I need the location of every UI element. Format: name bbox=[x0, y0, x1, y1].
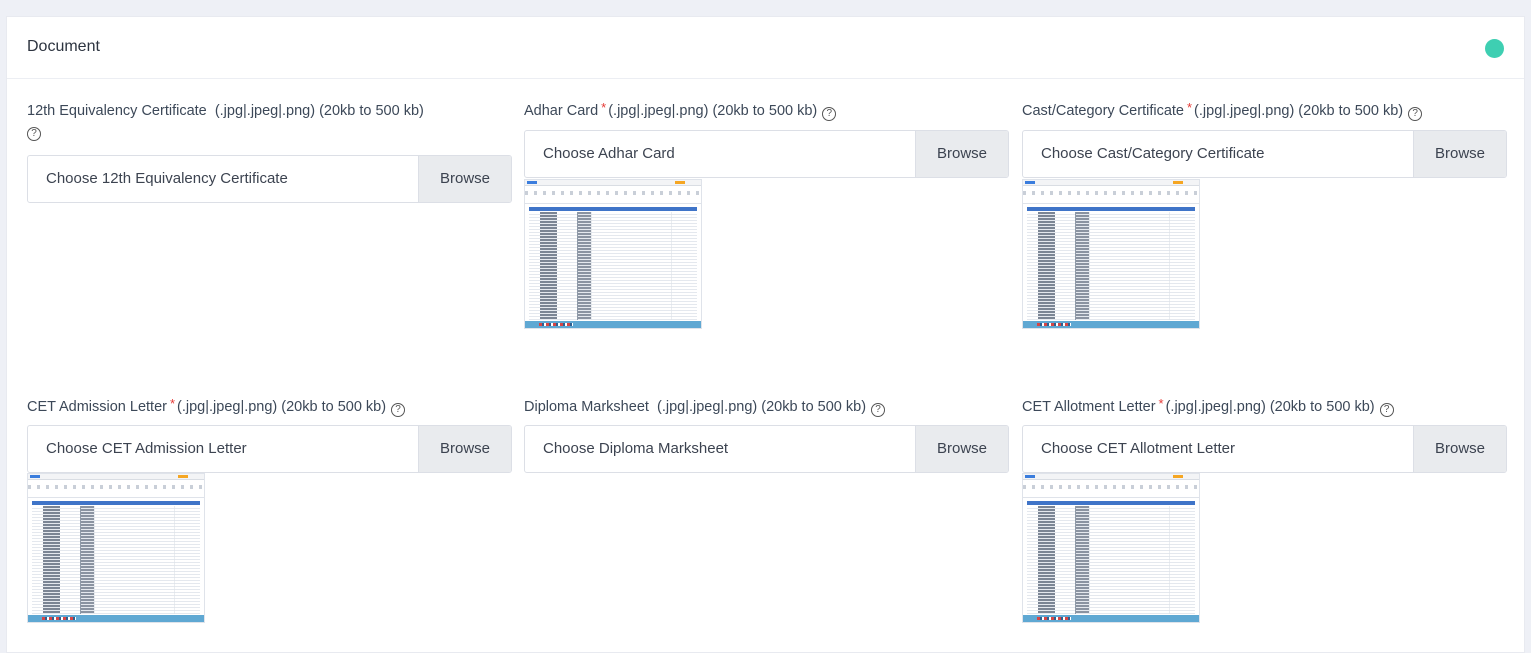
field-label: Adhar Card * (.jpg|.jpeg|.png) (20kb to 50… bbox=[524, 100, 1009, 121]
status-dot-icon bbox=[1485, 39, 1504, 58]
file-upload-cast-category[interactable]: Choose Cast/Category Certificate Browse bbox=[1022, 130, 1507, 178]
uploaded-preview-thumbnail[interactable] bbox=[524, 179, 702, 329]
field-label: CET Allotment Letter * (.jpg|.jpeg|.png) (… bbox=[1022, 396, 1507, 417]
file-upload-diploma-marksheet[interactable]: Choose Diploma Marksheet Browse bbox=[524, 425, 1009, 473]
field-12th-equivalency-certificate: 12th Equivalency Certificate (.jpg|.jpeg… bbox=[27, 101, 512, 203]
required-asterisk: * bbox=[169, 396, 176, 411]
field-label: 12th Equivalency Certificate (.jpg|.jpeg… bbox=[27, 103, 424, 141]
required-asterisk: * bbox=[1186, 100, 1193, 115]
file-hint: (.jpg|.jpeg|.png) (20kb to 500 kb) bbox=[608, 103, 818, 119]
browse-button[interactable]: Browse bbox=[418, 426, 511, 472]
file-input-placeholder[interactable]: Choose Diploma Marksheet bbox=[525, 426, 915, 472]
question-circle-icon[interactable]: ? bbox=[391, 403, 406, 417]
document-card: Document 12th Equivalency Certificate (.… bbox=[6, 16, 1525, 653]
file-upload-adhar-card[interactable]: Choose Adhar Card Browse bbox=[524, 130, 1009, 178]
file-input-placeholder[interactable]: Choose CET Allotment Letter bbox=[1023, 426, 1413, 472]
required-asterisk: * bbox=[601, 100, 607, 115]
field-diploma-marksheet: Diploma Marksheet (.jpg|.jpeg|.png) (20k… bbox=[524, 397, 1009, 473]
file-input-placeholder[interactable]: Choose CET Admission Letter bbox=[28, 426, 418, 472]
card-header: Document bbox=[7, 17, 1524, 79]
browse-button[interactable]: Browse bbox=[1413, 426, 1506, 472]
section-title: Document bbox=[27, 38, 100, 55]
file-hint: (.jpg|.jpeg|.png) (20kb to 500 kb) bbox=[214, 103, 424, 119]
file-upload-cet-allotment[interactable]: Choose CET Allotment Letter Browse bbox=[1022, 425, 1507, 473]
required-asterisk: * bbox=[1158, 396, 1164, 411]
file-hint: (.jpg|.jpeg|.png) (20kb to 500 kb) bbox=[177, 399, 387, 415]
question-circle-icon[interactable]: ? bbox=[27, 127, 41, 141]
file-input-placeholder[interactable]: Choose 12th Equivalency Certificate bbox=[28, 156, 418, 202]
uploaded-preview-thumbnail[interactable] bbox=[1022, 473, 1200, 623]
file-hint: (.jpg|.jpeg|.png) (20kb to 500 kb) bbox=[1165, 399, 1375, 415]
question-circle-icon[interactable]: ? bbox=[1408, 107, 1423, 121]
file-hint: (.jpg|.jpeg|.png) (20kb to 500 kb) bbox=[1194, 103, 1404, 119]
uploaded-preview-thumbnail[interactable] bbox=[27, 473, 205, 623]
field-cet-allotment-letter: CET Allotment Letter * (.jpg|.jpeg|.png) (… bbox=[1022, 396, 1507, 623]
browse-button[interactable]: Browse bbox=[1413, 131, 1506, 177]
field-cast-category-certificate: Cast/Category Certificate * (.jpg|.jpeg|.p… bbox=[1022, 100, 1507, 329]
question-circle-icon[interactable]: ? bbox=[822, 107, 837, 121]
uploaded-preview-thumbnail[interactable] bbox=[1022, 179, 1200, 329]
question-circle-icon[interactable]: ? bbox=[871, 403, 886, 417]
browse-button[interactable]: Browse bbox=[915, 131, 1008, 177]
file-upload-cet-admission[interactable]: Choose CET Admission Letter Browse bbox=[27, 425, 512, 473]
question-circle-icon[interactable]: ? bbox=[1379, 403, 1394, 417]
field-label: Cast/Category Certificate * (.jpg|.jpeg|.p… bbox=[1022, 100, 1507, 121]
field-label: Diploma Marksheet (.jpg|.jpeg|.png) (20k… bbox=[524, 397, 1009, 417]
file-input-placeholder[interactable]: Choose Adhar Card bbox=[525, 131, 915, 177]
field-cet-admission-letter: CET Admission Letter * (.jpg|.jpeg|.png) (… bbox=[27, 396, 512, 623]
browse-button[interactable]: Browse bbox=[418, 156, 511, 202]
file-input-placeholder[interactable]: Choose Cast/Category Certificate bbox=[1023, 131, 1413, 177]
file-hint: (.jpg|.jpeg|.png) (20kb to 500 kb) bbox=[656, 399, 867, 415]
file-upload-12th-equivalency[interactable]: Choose 12th Equivalency Certificate Brow… bbox=[27, 155, 512, 203]
browse-button[interactable]: Browse bbox=[915, 426, 1008, 472]
field-label: CET Admission Letter * (.jpg|.jpeg|.png) (… bbox=[27, 396, 512, 417]
field-adhar-card: Adhar Card * (.jpg|.jpeg|.png) (20kb to 50… bbox=[524, 100, 1009, 329]
